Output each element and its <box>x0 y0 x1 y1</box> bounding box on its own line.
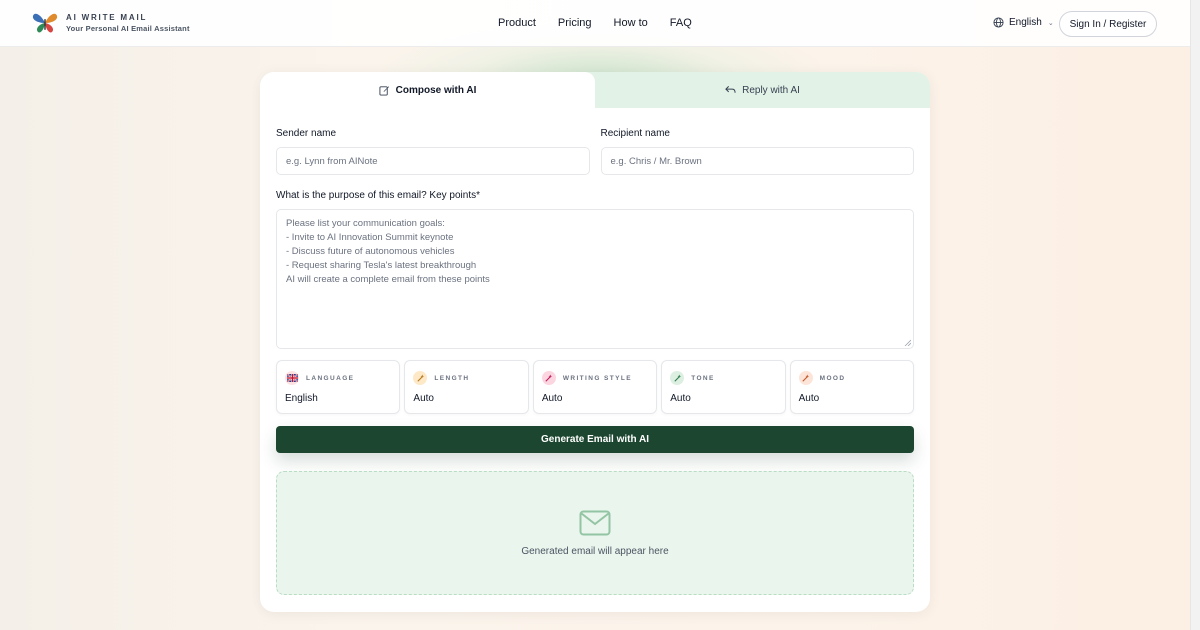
generated-email-area: Generated email will appear here <box>276 471 914 595</box>
uk-flag-icon <box>285 371 299 385</box>
nav-product[interactable]: Product <box>498 17 536 29</box>
purpose-placeholder-line: Please list your communication goals: <box>286 218 445 229</box>
tab-compose-label: Compose with AI <box>395 84 477 96</box>
nav-pricing[interactable]: Pricing <box>558 17 592 29</box>
email-options: LANGUAGE English LENGTH Auto WRITING STY… <box>276 360 915 414</box>
magic-wand-icon <box>670 371 685 385</box>
option-length-name: LENGTH <box>434 374 470 382</box>
brand-subtitle: Your Personal AI Email Assistant <box>66 24 190 33</box>
reply-icon <box>725 85 736 93</box>
option-writing-style[interactable]: WRITING STYLE Auto <box>532 360 658 414</box>
resize-handle-icon[interactable] <box>904 339 911 346</box>
purpose-textarea[interactable]: Please list your communication goals: - … <box>276 209 914 349</box>
purpose-placeholder-line: - Discuss future of autonomous vehicles <box>286 246 455 257</box>
magic-wand-icon <box>541 371 556 385</box>
brand-title: AI WRITE MAIL <box>66 13 148 22</box>
purpose-placeholder-line: - Invite to AI Innovation Summit keynote <box>286 232 454 243</box>
option-tone-value: Auto <box>670 393 691 404</box>
purpose-placeholder-line: - Request sharing Tesla's latest breakth… <box>286 260 477 271</box>
option-mood[interactable]: MOOD Auto <box>789 360 915 414</box>
option-length-value: Auto <box>413 393 434 404</box>
option-tone-name: TONE <box>691 374 715 382</box>
sender-label: Sender name <box>276 128 337 139</box>
option-language-name: LANGUAGE <box>306 374 355 382</box>
sign-in-button[interactable]: Sign In / Register <box>1059 11 1157 37</box>
purpose-label: What is the purpose of this email? Key p… <box>276 190 480 201</box>
tab-compose[interactable]: Compose with AI <box>260 72 595 108</box>
main-nav: Product Pricing How to FAQ <box>498 17 714 29</box>
brand-logo[interactable]: AI WRITE MAIL Your Personal AI Email Ass… <box>32 11 190 35</box>
option-length[interactable]: LENGTH Auto <box>404 360 529 414</box>
purpose-placeholder-line: AI will create a complete email from the… <box>286 274 490 285</box>
sender-input[interactable]: e.g. Lynn from AINote <box>276 147 590 175</box>
option-mood-value: Auto <box>798 393 820 404</box>
option-mood-name: MOOD <box>819 374 846 382</box>
compose-form: Sender name e.g. Lynn from AINote Recipi… <box>260 128 930 595</box>
option-tone[interactable]: TONE Auto <box>661 360 786 414</box>
option-language[interactable]: LANGUAGE English <box>276 360 401 414</box>
magic-wand-icon <box>413 371 428 385</box>
globe-icon <box>993 17 1004 28</box>
chevron-down-icon: ⌄ <box>1047 19 1054 27</box>
butterfly-logo-icon <box>32 13 58 33</box>
tab-reply-label: Reply with AI <box>742 84 800 96</box>
option-writing-style-value: Auto <box>541 393 563 404</box>
tab-reply[interactable]: Reply with AI <box>595 72 930 108</box>
recipient-label: Recipient name <box>600 128 670 139</box>
email-composer-card: Compose with AI Reply with AI Sender nam… <box>260 72 930 612</box>
nav-faq[interactable]: FAQ <box>670 17 692 29</box>
language-selector[interactable]: English ⌄ <box>993 17 1054 28</box>
mail-icon <box>579 510 611 535</box>
recipient-input[interactable]: e.g. Chris / Mr. Brown <box>600 147 914 175</box>
top-header: AI WRITE MAIL Your Personal AI Email Ass… <box>0 0 1190 47</box>
mode-tabs: Compose with AI Reply with AI <box>260 72 930 108</box>
language-label: English <box>1009 17 1042 28</box>
generate-email-button[interactable]: Generate Email with AI <box>276 426 914 453</box>
result-placeholder: Generated email will appear here <box>521 545 669 557</box>
edit-icon <box>379 85 389 96</box>
option-writing-style-name: WRITING STYLE <box>562 374 632 382</box>
nav-how-to[interactable]: How to <box>614 17 648 29</box>
page-scrollbar[interactable] <box>1190 0 1200 630</box>
option-language-value: English <box>285 393 318 404</box>
magic-wand-icon <box>798 371 813 385</box>
